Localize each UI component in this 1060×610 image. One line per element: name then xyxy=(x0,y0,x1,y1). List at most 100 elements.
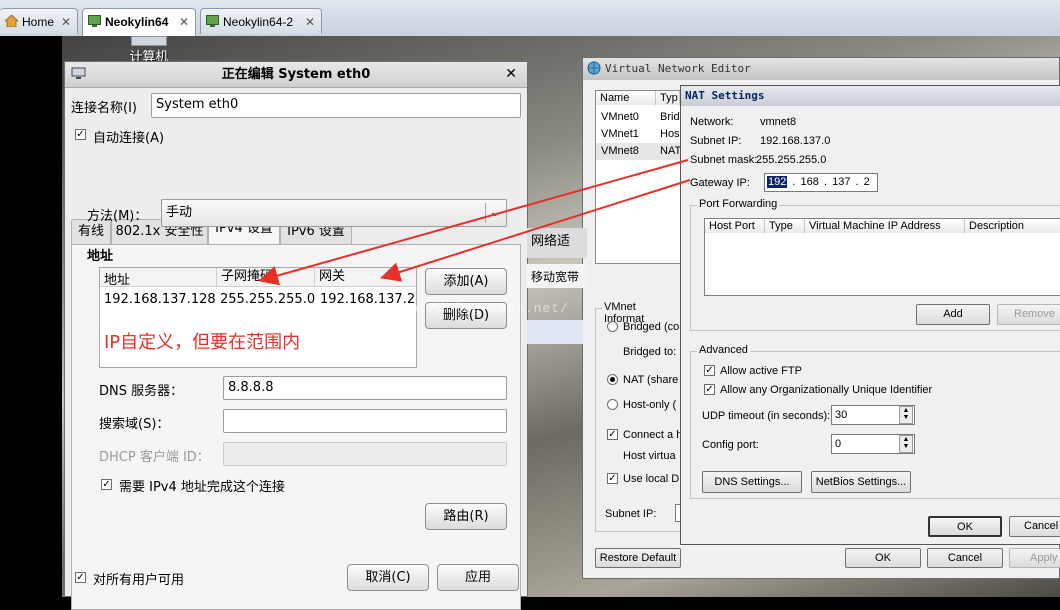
udp-timeout-value: 30 xyxy=(835,409,848,421)
col-gateway[interactable]: 网关 xyxy=(314,268,345,286)
nat-title: NAT Settings xyxy=(685,89,765,102)
nat-cancel-button[interactable]: Cancel xyxy=(1009,516,1060,537)
tab-label: Neokylin64 xyxy=(105,15,169,29)
tab-neokylin64-2[interactable]: Neokylin64-2 ✕ xyxy=(200,8,322,34)
port-forwarding-label: Port Forwarding xyxy=(697,198,780,210)
dns-settings-button[interactable]: DNS Settings... xyxy=(702,471,802,493)
close-icon[interactable]: ✕ xyxy=(61,9,71,35)
close-icon[interactable]: ✕ xyxy=(305,9,315,35)
col-description[interactable]: Description xyxy=(965,219,1060,233)
globe-icon xyxy=(587,61,601,75)
nat-radio[interactable] xyxy=(607,374,618,385)
search-domain-label: 搜索域(S)： xyxy=(99,417,170,432)
netbios-settings-button[interactable]: NetBios Settings... xyxy=(811,471,911,493)
dhcp-client-id-label: DHCP 客户端 ID： xyxy=(99,450,210,465)
network-label: Network: xyxy=(690,116,734,128)
list-item[interactable]: VMnet1 Hos xyxy=(596,126,680,143)
gateway-octet-2: 168 xyxy=(800,176,819,188)
config-port-spinner[interactable]: ▲ ▼ xyxy=(899,435,913,453)
method-label: 方法(M)： xyxy=(87,209,148,224)
computer-icon xyxy=(131,36,167,46)
conn-name-input[interactable]: System eth0 xyxy=(151,93,521,118)
apply-button[interactable]: 应用 xyxy=(437,564,519,591)
add-address-button[interactable]: 添加(A) xyxy=(425,268,507,295)
desktop-icon-computer[interactable]: 计算机 xyxy=(118,36,180,65)
allow-ftp-checkbox[interactable]: ✓ xyxy=(704,365,715,376)
gateway-octet-1: 192 xyxy=(767,176,788,188)
col-vm-ip[interactable]: Virtual Machine IP Address xyxy=(805,219,965,233)
adapter-row xyxy=(527,320,583,344)
pf-add-button[interactable]: Add xyxy=(916,304,990,325)
subnet-ip-value: 192.168.137.0 xyxy=(760,135,831,147)
col-host-port[interactable]: Host Port xyxy=(705,219,765,233)
udp-timeout-label: UDP timeout (in seconds): xyxy=(702,410,831,422)
cell-netmask: 255.255.255.0 xyxy=(220,292,316,307)
nat-settings-dialog: NAT Settings Network: vmnet8 Subnet IP: … xyxy=(680,85,1060,545)
dns-input[interactable]: 8.8.8.8 xyxy=(223,376,507,400)
col-type[interactable]: Typ xyxy=(656,91,680,105)
subnet-mask-value: 255.255.255.0 xyxy=(756,154,827,166)
use-local-dhcp-checkbox[interactable]: ✓ xyxy=(607,473,618,484)
vm-icon xyxy=(88,15,101,27)
cell-address: 192.168.137.128 xyxy=(104,292,216,307)
close-icon[interactable]: ✕ xyxy=(505,62,517,87)
host-only-label: Host-only ( xyxy=(623,399,677,411)
table-row[interactable]: 192.168.137.128 255.255.255.0 192.168.13… xyxy=(100,292,416,312)
list-item[interactable]: VMnet8 NAT xyxy=(596,143,681,160)
auto-connect-checkbox[interactable]: ✓ xyxy=(75,129,86,140)
connection-editor-dialog: 正在编辑 System eth0 ✕ 连接名称(I) System eth0 ✓… xyxy=(64,61,528,610)
bridged-label: Bridged (co xyxy=(623,321,680,333)
dialog-titlebar: 正在编辑 System eth0 ✕ xyxy=(65,62,527,88)
tab-label: Neokylin64-2 xyxy=(223,15,294,29)
vne-cancel-button[interactable]: Cancel xyxy=(927,548,1003,568)
all-users-checkbox[interactable]: ✓ xyxy=(75,572,86,583)
address-heading: 地址 xyxy=(87,249,114,264)
require-ipv4-checkbox[interactable]: ✓ xyxy=(101,479,112,490)
col-type[interactable]: Type xyxy=(765,219,805,233)
gateway-octet-4: 2 xyxy=(863,176,870,188)
connect-adapter-checkbox[interactable]: ✓ xyxy=(607,429,618,440)
port-forwarding-table: Host Port Type Virtual Machine IP Addres… xyxy=(704,218,1060,296)
col-address[interactable]: 地址 xyxy=(104,269,130,288)
cancel-button[interactable]: 取消(C) xyxy=(347,564,429,591)
host-virtual-label: Host virtua xyxy=(623,450,676,462)
nat-ok-button[interactable]: OK xyxy=(928,516,1002,537)
close-icon[interactable]: ✕ xyxy=(179,9,189,35)
conn-name-label: 连接名称(I) xyxy=(71,101,137,116)
tab-neokylin64[interactable]: Neokylin64 ✕ xyxy=(82,8,196,36)
auto-connect-label: 自动连接(A) xyxy=(93,131,165,146)
watermark: http://blog.csdn.net/ xyxy=(384,301,569,316)
nat-titlebar: NAT Settings xyxy=(681,86,1060,106)
restore-default-button[interactable]: Restore Default xyxy=(595,548,681,568)
list-item[interactable]: VMnet0 Brid xyxy=(596,109,680,126)
address-table-header: 地址 子网掩码 网关 xyxy=(100,268,416,288)
vm-tab-bar: Home ✕ Neokylin64 ✕ Neokylin64-2 ✕ xyxy=(0,0,1060,37)
vm-icon xyxy=(206,15,219,27)
bridged-radio[interactable] xyxy=(607,321,618,332)
list-item-type: Brid xyxy=(660,111,680,123)
config-port-label: Config port: xyxy=(702,439,759,451)
all-users-label: 对所有用户可用 xyxy=(93,573,185,588)
vmnet-info-group: VMnet Informat xyxy=(595,301,681,532)
udp-timeout-spinner[interactable]: ▲ ▼ xyxy=(899,406,913,424)
list-item-type: Hos xyxy=(660,128,680,140)
col-netmask[interactable]: 子网掩码 xyxy=(216,268,273,286)
pf-remove-button[interactable]: Remove xyxy=(997,304,1060,325)
col-name[interactable]: Name xyxy=(596,91,656,105)
list-item-name: VMnet1 xyxy=(601,128,639,140)
subnet-ip-label: Subnet IP: xyxy=(690,135,742,147)
vne-ok-button[interactable]: OK xyxy=(845,548,921,568)
vne-apply-button[interactable]: Apply xyxy=(1009,548,1060,568)
home-icon xyxy=(5,15,18,27)
method-select[interactable]: 手动 ⌄ xyxy=(161,199,507,227)
require-ipv4-label: 需要 IPv4 地址完成这个连接 xyxy=(119,480,285,495)
search-domain-input[interactable] xyxy=(223,409,507,433)
subnet-ip-label: Subnet IP: xyxy=(605,508,657,520)
gateway-ip-input[interactable]: 192 . 168 . 137 . 2 xyxy=(764,173,878,192)
host-only-radio[interactable] xyxy=(607,399,618,410)
routes-button[interactable]: 路由(R) xyxy=(425,503,507,530)
allow-oui-checkbox[interactable]: ✓ xyxy=(704,384,715,395)
network-icon xyxy=(71,67,86,79)
tab-home[interactable]: Home ✕ xyxy=(0,8,78,34)
adapter-caption-2: 移动宽带 xyxy=(527,264,587,288)
